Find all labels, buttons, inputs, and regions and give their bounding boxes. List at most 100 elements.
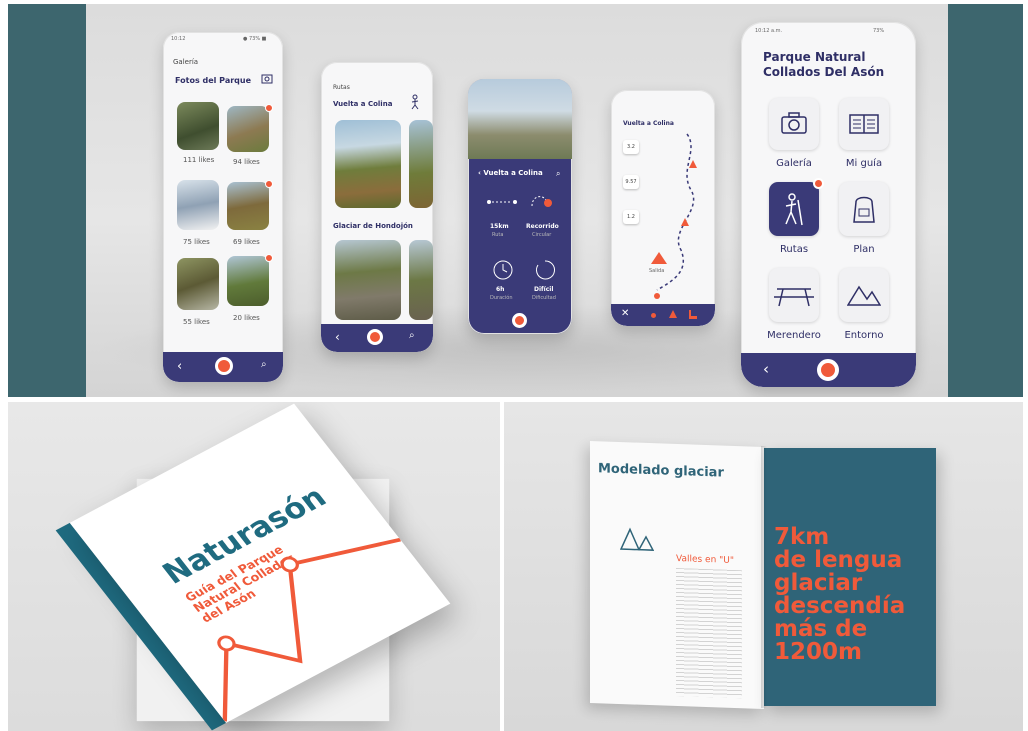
circular-route-icon [531,196,552,207]
route-image[interactable] [409,120,433,208]
photo-thumbnail[interactable] [177,180,219,230]
likes-count: 94 likes [233,158,260,166]
difficulty-label: Dificultad [532,295,556,301]
tile-label: Plan [853,244,875,255]
tile-routes[interactable] [769,182,819,236]
route-image[interactable] [335,240,401,320]
big-quote-line: de lengua [774,547,903,573]
photo-thumbnail[interactable] [227,256,269,306]
difficulty-icon [536,260,555,280]
bottom-nav: ✕ [611,304,715,326]
photo-thumbnail[interactable] [177,102,219,150]
picnic-table-icon [774,288,814,307]
left-teal-panel [8,4,86,397]
section-label: Galería [173,58,199,66]
book-icon [849,114,879,134]
big-quote-line: más de [774,616,868,642]
tile-label: Entorno [844,330,884,341]
book-cover: Naturasón Guía del Parque Natural Collad… [69,403,451,723]
start-label: Salida [649,268,665,274]
point-filter-icon[interactable] [651,313,656,318]
magazine-right-page: 7km de lengua glaciar descendía más de 1… [764,448,936,706]
home-button[interactable] [367,329,383,345]
tile-surroundings[interactable] [839,268,889,322]
photo-badge [265,104,273,112]
likes-count: 75 likes [183,238,210,246]
camera-icon[interactable] [261,72,273,84]
close-icon[interactable]: ✕ [621,308,629,319]
marker-label[interactable]: 3.2 [623,140,639,154]
back-icon[interactable]: ‹ [335,330,340,344]
magazine-subheading: Valles en "U" [676,553,735,566]
duration-label: Duración [490,295,513,301]
page-title: Fotos del Parque [175,76,252,85]
duration-value: 6h [496,286,505,293]
phone-route-detail: ‹ Vuelta a Colina ⌕ 15km Ruta Recorrido … [468,79,572,334]
bottom-nav: ‹ ⌕ [163,352,283,382]
route-title: Vuelta a Colina [333,100,393,108]
boot-filter-icon[interactable] [689,310,697,319]
magazine-gutter [761,446,767,708]
magazine-mockup-scene: Modelado glaciar Valles en "U" 7km de le… [504,402,1023,731]
tile-gallery[interactable] [769,98,819,150]
magazine-left-page: Modelado glaciar Valles en "U" [590,440,764,710]
distance-label: Ruta [492,232,504,238]
likes-count: 20 likes [233,314,260,322]
big-quote-line: descendía [774,593,906,619]
tile-picnic[interactable] [769,268,819,322]
photo-thumbnail[interactable] [227,182,269,230]
difficulty-value: Difícil [534,286,554,293]
marker-label[interactable]: 9.57 [623,175,639,189]
clock-icon [493,260,513,280]
hiker-icon [785,193,803,226]
tile-plan[interactable] [839,182,889,236]
peak-filter-icon[interactable] [669,310,677,318]
route-image[interactable] [409,240,433,320]
route-path [651,133,697,299]
search-icon[interactable]: ⌕ [409,330,415,341]
status-time: 10:12 a.m. [755,28,783,34]
backpack-icon [853,196,875,223]
tile-label: Mi guía [845,158,883,169]
status-battery: ● 73% ■ [243,36,267,42]
route-image[interactable] [335,120,401,208]
park-title-line1: Parque Natural [763,50,866,64]
detail-title-text: Vuelta a Colina [483,169,543,177]
status-battery: 73% [873,28,885,34]
camera-icon [781,112,807,134]
map-title: Vuelta a Colina [623,120,674,127]
search-icon[interactable]: ⌕ [261,359,267,370]
right-teal-panel [948,4,1023,397]
distance-icon [487,200,517,204]
tile-guide[interactable] [839,98,889,150]
body-text-lines [676,567,742,699]
bottom-nav: ‹ ⌕ [321,324,433,352]
detail-title: ‹ Vuelta a Colina [478,169,543,177]
search-icon[interactable]: ⌕ [556,169,560,179]
marker-label[interactable]: 1.2 [623,210,639,224]
back-icon[interactable]: ‹ [763,360,769,378]
big-quote-line: 7km [774,524,830,550]
tile-label: Galería [776,158,812,169]
photo-thumbnail[interactable] [227,106,269,152]
home-button[interactable] [215,357,233,375]
big-quote: 7km de lengua glaciar descendía más de 1… [774,526,905,664]
phone-routes: Rutas Vuelta a Colina Glaciar de Hondojó… [321,62,433,352]
route-type-label: Circular [532,232,552,238]
hiker-icon [411,94,419,110]
status-time: 10:12 [171,36,186,42]
phone-gallery: 10:12 ● 73% ■ Galería Fotos del Parque 1… [163,32,283,382]
book-mockup-scene: Naturasón Guía del Parque Natural Collad… [8,402,500,731]
home-button[interactable] [817,359,839,381]
photo-badge [265,180,273,188]
big-quote-line: 1200m [774,639,862,665]
distance-value: 15km [490,223,509,230]
back-icon[interactable]: ‹ [177,359,182,374]
active-badge [813,178,824,189]
section-label: Rutas [333,84,350,91]
likes-count: 111 likes [183,156,215,164]
phone-route-map: Vuelta a Colina 3.2 9.57 1.2 Salida ✕ [611,90,715,326]
photo-thumbnail[interactable] [177,258,219,310]
home-button[interactable] [512,313,527,328]
park-title-line2: Collados Del Asón [763,65,885,79]
